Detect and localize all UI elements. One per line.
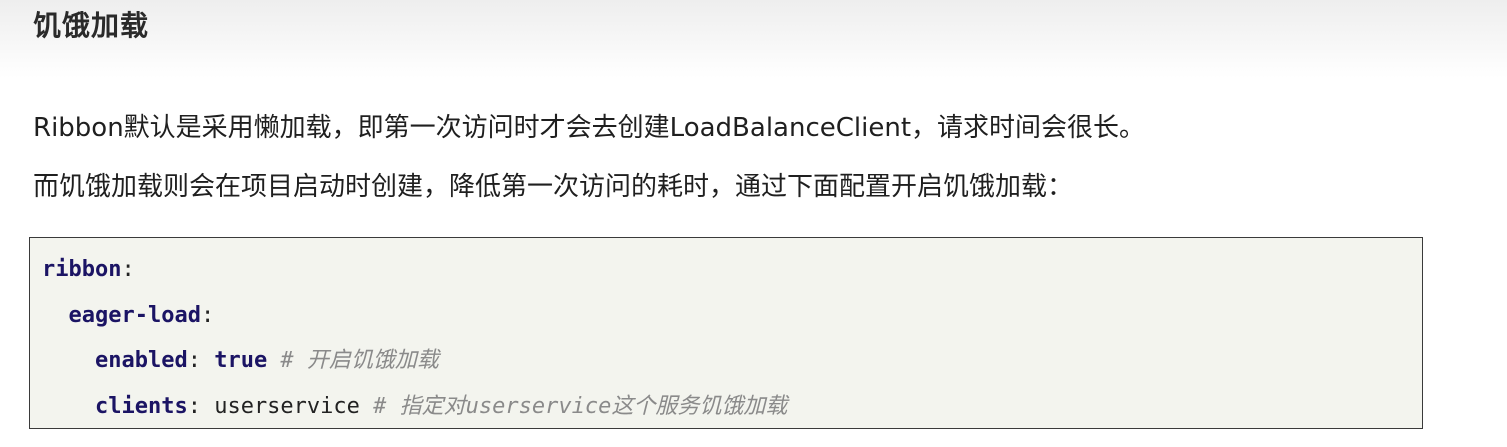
code-line-clients: clients: userservice # 指定对userservice这个服… (42, 392, 787, 422)
code-block: ribbon: eager-load: enabled: true # 开启饥饿… (29, 237, 1423, 429)
code-key-ribbon: ribbon (42, 257, 122, 282)
code-colon: : (187, 348, 215, 373)
code-line-ribbon: ribbon: (42, 255, 135, 285)
code-colon: : (187, 394, 215, 419)
code-line-enabled: enabled: true # 开启饥饿加载 (42, 346, 439, 376)
paragraph-eager-loading: 而饥饿加载则会在项目启动时创建，降低第一次访问的耗时，通过下面配置开启饥饿加载： (33, 172, 1074, 202)
code-key-eager-load: eager-load (68, 303, 201, 328)
code-colon: : (121, 257, 135, 282)
heading-band (0, 0, 1507, 78)
code-line-eager-load: eager-load: (42, 301, 215, 331)
code-value-true: true (214, 348, 268, 373)
code-key-enabled: enabled (94, 348, 188, 373)
section-heading: 饥饿加载 (33, 9, 150, 42)
code-comment-clients: # 指定对userservice这个服务饥饿加载 (359, 394, 788, 419)
code-comment-enabled: # 开启饥饿加载 (267, 348, 439, 373)
code-colon: : (200, 303, 215, 328)
code-value-userservice: userservice (214, 394, 360, 419)
paragraph-lazy-loading: Ribbon默认是采用懒加载，即第一次访问时才会去创建LoadBalanceCl… (33, 113, 1146, 143)
code-key-clients: clients (94, 394, 188, 419)
